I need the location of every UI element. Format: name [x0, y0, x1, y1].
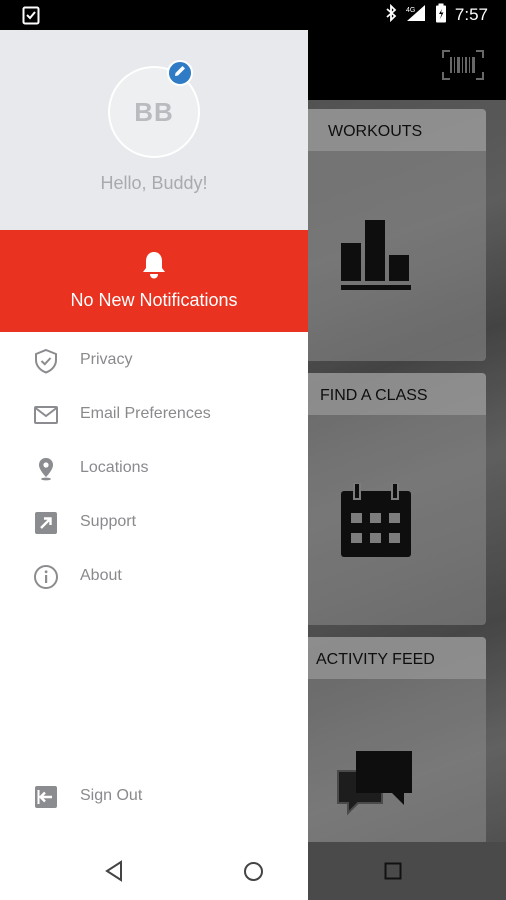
menu-item-label: About: [80, 567, 122, 584]
shield-check-icon: [33, 348, 59, 374]
avatar-initials: BB: [134, 96, 174, 127]
menu-item-privacy[interactable]: Privacy: [0, 338, 308, 382]
clipboard-check-icon: [22, 5, 40, 30]
menu-item-locations[interactable]: Locations: [0, 446, 308, 490]
edit-profile-button[interactable]: [167, 60, 193, 86]
status-bar: 4G 7:57: [0, 0, 506, 30]
bell-icon: [141, 250, 167, 285]
mail-icon: [33, 402, 59, 428]
navigation-drawer: BB Hello, Buddy! No New Notifications Pr…: [0, 30, 308, 900]
recents-icon[interactable]: [384, 862, 402, 885]
sign-out-button[interactable]: Sign Out: [0, 774, 308, 818]
greeting-text: Hello, Buddy!: [100, 173, 208, 193]
menu-item-label: Locations: [80, 459, 149, 476]
notifications-label: No New Notifications: [70, 290, 238, 310]
pencil-icon: [173, 64, 187, 83]
system-nav-bar: [0, 842, 506, 900]
menu-item-support[interactable]: Support: [0, 500, 308, 544]
info-icon: [33, 564, 59, 590]
home-icon[interactable]: [243, 861, 264, 887]
battery-icon: [435, 3, 447, 28]
sign-out-label: Sign Out: [80, 787, 143, 804]
network-label: 4G: [406, 7, 415, 14]
menu-item-about[interactable]: About: [0, 554, 308, 598]
nav-bar-dimmed-section: [308, 842, 506, 900]
notifications-banner[interactable]: No New Notifications: [0, 230, 308, 332]
sign-out-icon: [33, 784, 59, 810]
menu-item-label: Support: [80, 513, 137, 530]
menu-item-label: Privacy: [80, 351, 133, 368]
location-pin-icon: [33, 456, 59, 482]
menu-item-email-preferences[interactable]: Email Preferences: [0, 392, 308, 436]
menu-item-label: Email Preferences: [80, 405, 211, 422]
clock: 7:57: [454, 5, 488, 24]
bluetooth-icon: [385, 3, 397, 27]
external-link-icon: [33, 510, 59, 536]
drawer-header: BB Hello, Buddy!: [0, 30, 308, 230]
back-icon[interactable]: [104, 860, 124, 887]
signal-icon: 4G: [405, 4, 427, 27]
